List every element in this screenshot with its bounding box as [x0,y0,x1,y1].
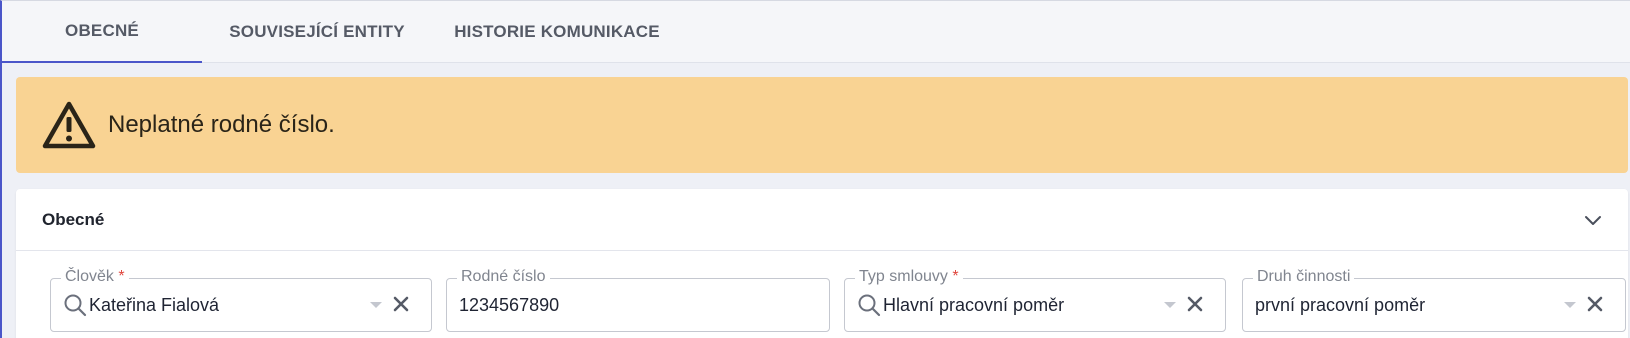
search-icon [858,294,881,317]
tab-general[interactable]: OBECNÉ [2,1,202,63]
contract-type-value[interactable]: Hlavní pracovní poměr [883,279,1064,331]
page: OBECNÉ SOUVISEJÍCÍ ENTITY HISTORIE KOMUN… [0,0,1630,338]
dropdown-caret-icon[interactable] [1163,300,1177,310]
person-field[interactable]: Člověk * Kateřina Fialová [50,268,432,332]
section-title: Obecné [42,210,105,229]
birth-number-field[interactable]: Rodné číslo 1234567890 [446,268,830,332]
section-header[interactable]: Obecné [16,189,1628,251]
birth-number-input[interactable]: 1234567890 [459,279,559,331]
tab-bar: OBECNÉ SOUVISEJÍCÍ ENTITY HISTORIE KOMUN… [2,1,1630,63]
clear-icon[interactable] [1586,295,1604,313]
dropdown-caret-icon[interactable] [369,300,383,310]
clear-icon[interactable] [392,295,410,313]
general-section-card: Obecné Člověk * Kateřina Fialová Rodné č… [16,189,1628,338]
tab-related-entities[interactable]: SOUVISEJÍCÍ ENTITY [212,1,422,63]
clear-icon[interactable] [1186,295,1204,313]
dropdown-caret-icon[interactable] [1563,300,1577,310]
chevron-down-icon[interactable] [1584,211,1602,229]
contract-type-field[interactable]: Typ smlouvy * Hlavní pracovní poměr [844,268,1226,332]
person-value[interactable]: Kateřina Fialová [89,279,219,331]
warning-icon [42,101,96,149]
activity-type-field[interactable]: Druh činnosti první pracovní poměr [1242,268,1626,332]
tab-communication-history[interactable]: HISTORIE KOMUNIKACE [442,1,672,63]
search-icon [64,294,87,317]
warning-alert: Neplatné rodné číslo. [16,77,1628,173]
alert-message: Neplatné rodné číslo. [108,111,335,138]
activity-type-value[interactable]: první pracovní poměr [1255,279,1425,331]
